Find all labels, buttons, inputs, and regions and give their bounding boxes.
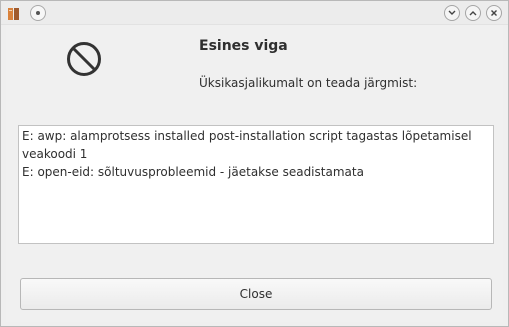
maximize-icon[interactable] <box>465 5 481 21</box>
error-details-textarea[interactable]: E: awp: alamprotsess installed post-inst… <box>18 125 494 244</box>
title-bar[interactable] <box>1 1 508 25</box>
minimize-icon[interactable] <box>444 5 460 21</box>
close-button[interactable]: Close <box>20 278 492 310</box>
dialog-title: Esines viga <box>199 38 288 54</box>
pin-icon[interactable] <box>30 5 46 21</box>
stop-icon <box>66 41 102 81</box>
error-dialog-window: Esines viga Üksikasjalikumalt on teada j… <box>0 0 509 327</box>
app-icon <box>7 6 21 20</box>
dialog-subtitle: Üksikasjalikumalt on teada järgmist: <box>199 76 418 90</box>
close-icon[interactable] <box>486 5 502 21</box>
dialog-content: Esines viga Üksikasjalikumalt on teada j… <box>6 25 503 322</box>
